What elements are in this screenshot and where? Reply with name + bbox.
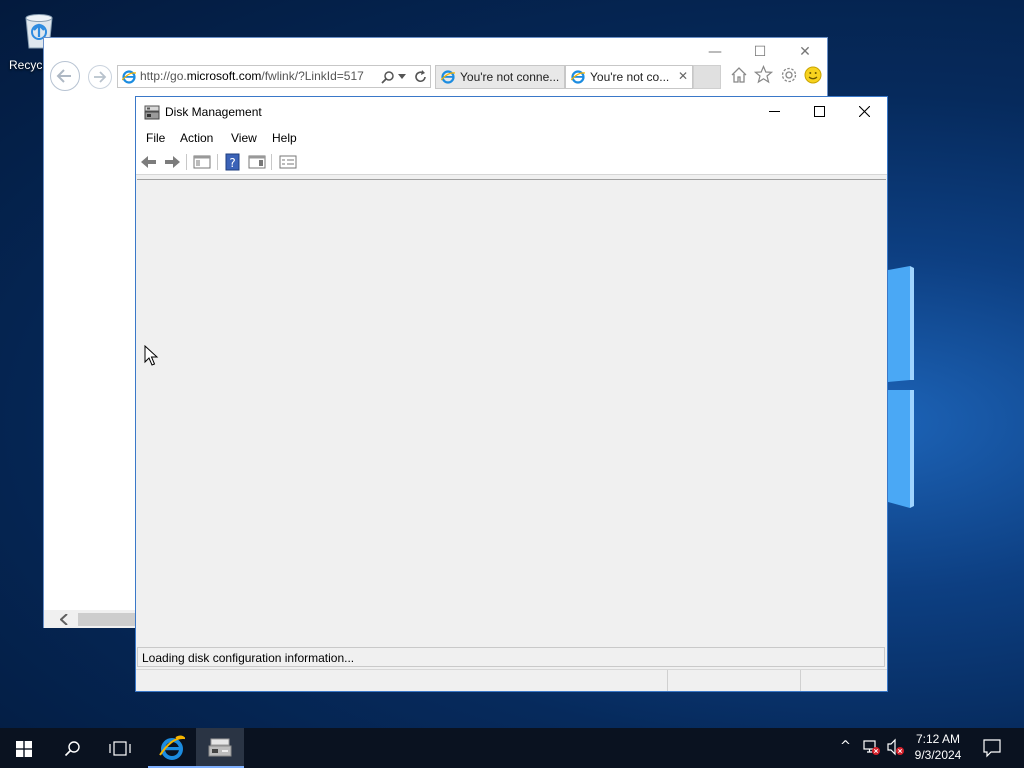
- menu-file[interactable]: File: [146, 131, 165, 145]
- show-hidden-icons-button[interactable]: ^: [840, 739, 851, 754]
- forward-arrow-icon: [94, 71, 107, 83]
- disk-management-taskbar-button[interactable]: [196, 728, 244, 768]
- start-button[interactable]: [0, 728, 48, 768]
- ie-tab-title: You're not conne...: [460, 70, 560, 84]
- refresh-icon[interactable]: [414, 70, 428, 84]
- address-bar[interactable]: http://go.microsoft.com/fwlink/?LinkId=5…: [117, 65, 431, 88]
- ie-close-button[interactable]: ✕: [790, 42, 820, 62]
- bottom-status-panes: [136, 669, 887, 691]
- favorites-star-icon[interactable]: [754, 65, 773, 84]
- window-title: Disk Management: [165, 105, 262, 119]
- help-icon[interactable]: ?: [224, 153, 242, 171]
- back-arrow-icon[interactable]: [140, 153, 158, 171]
- clock-time: 7:12 AM: [915, 732, 961, 746]
- status-bar: Loading disk configuration information..…: [137, 647, 885, 667]
- status-pane-divider: [800, 670, 801, 691]
- search-button[interactable]: [48, 728, 96, 768]
- maximize-button[interactable]: [796, 97, 842, 127]
- disk-management-icon: [208, 738, 232, 757]
- close-button[interactable]: [841, 97, 887, 127]
- feedback-smiley-icon[interactable]: [804, 66, 822, 84]
- taskbar: ^ 7:12 AM 9/3/2024: [0, 728, 1024, 768]
- network-error-icon[interactable]: [862, 738, 880, 756]
- properties-icon[interactable]: [279, 153, 297, 171]
- ie-tab-2-active[interactable]: You're not co... ✕: [565, 65, 693, 89]
- status-pane-divider: [667, 670, 668, 691]
- ie-tab-icon: [441, 70, 455, 84]
- windows-start-icon: [16, 741, 32, 757]
- title-bar[interactable]: Disk Management: [136, 97, 887, 127]
- disk-management-window[interactable]: Disk Management File Action View Help ? …: [135, 96, 888, 692]
- toolbar-separator: [217, 154, 218, 170]
- ie-maximize-button[interactable]: ☐: [745, 42, 775, 62]
- tab-close-button[interactable]: ✕: [678, 69, 688, 83]
- ie-tab-1[interactable]: You're not conne...: [435, 65, 565, 89]
- home-icon[interactable]: [730, 66, 748, 84]
- task-view-icon: [109, 741, 131, 756]
- search-icon: [64, 741, 80, 757]
- volume-muted-icon[interactable]: [886, 738, 904, 756]
- clock-date: 9/3/2024: [914, 748, 962, 762]
- recycle-bin-label: Recycl: [9, 58, 46, 72]
- menu-view[interactable]: View: [231, 131, 257, 145]
- menu-help[interactable]: Help: [272, 131, 297, 145]
- ie-page-icon: [122, 70, 136, 84]
- scroll-left-arrow-icon[interactable]: [60, 614, 68, 625]
- ie-minimize-button[interactable]: —: [700, 42, 730, 62]
- disk-management-content-area[interactable]: [137, 179, 886, 647]
- toolbar: ?: [136, 149, 887, 175]
- menu-action[interactable]: Action: [180, 131, 213, 145]
- mouse-cursor-icon: [144, 345, 159, 366]
- internet-explorer-taskbar-button[interactable]: [148, 728, 196, 768]
- minimize-icon: [769, 111, 780, 112]
- show-hide-console-tree-icon[interactable]: [193, 153, 211, 171]
- horizontal-scrollbar[interactable]: [44, 610, 136, 628]
- settings-gear-icon[interactable]: [780, 66, 798, 84]
- ie-tab-title: You're not co...: [590, 70, 670, 84]
- scrollbar-thumb[interactable]: [78, 613, 136, 626]
- toolbar-separator: [186, 154, 187, 170]
- system-clock[interactable]: 7:12 AM 9/3/2024: [905, 731, 971, 763]
- show-action-pane-icon[interactable]: [248, 153, 266, 171]
- task-view-button[interactable]: [96, 728, 144, 768]
- close-icon: [859, 106, 870, 117]
- address-url: http://go.microsoft.com/fwlink/?LinkId=5…: [140, 69, 364, 83]
- back-arrow-icon: [56, 69, 71, 83]
- ie-tab-icon: [571, 70, 585, 84]
- toolbar-separator: [271, 154, 272, 170]
- windows-logo-wallpaper: [888, 266, 914, 508]
- maximize-icon: [814, 106, 825, 117]
- minimize-button[interactable]: [751, 97, 797, 127]
- internet-explorer-icon: [159, 735, 185, 760]
- menu-bar: File Action View Help: [136, 127, 887, 149]
- forward-arrow-icon[interactable]: [163, 153, 181, 171]
- status-text: Loading disk configuration information..…: [142, 651, 355, 665]
- svg-text:?: ?: [229, 156, 235, 170]
- new-tab-button[interactable]: [693, 65, 721, 89]
- back-button[interactable]: [50, 61, 80, 91]
- forward-button[interactable]: [88, 65, 112, 89]
- dropdown-chevron-icon[interactable]: [398, 74, 406, 80]
- disk-management-app-icon: [144, 105, 160, 120]
- search-icon[interactable]: [381, 70, 395, 84]
- action-center-notification-icon[interactable]: [982, 738, 1002, 758]
